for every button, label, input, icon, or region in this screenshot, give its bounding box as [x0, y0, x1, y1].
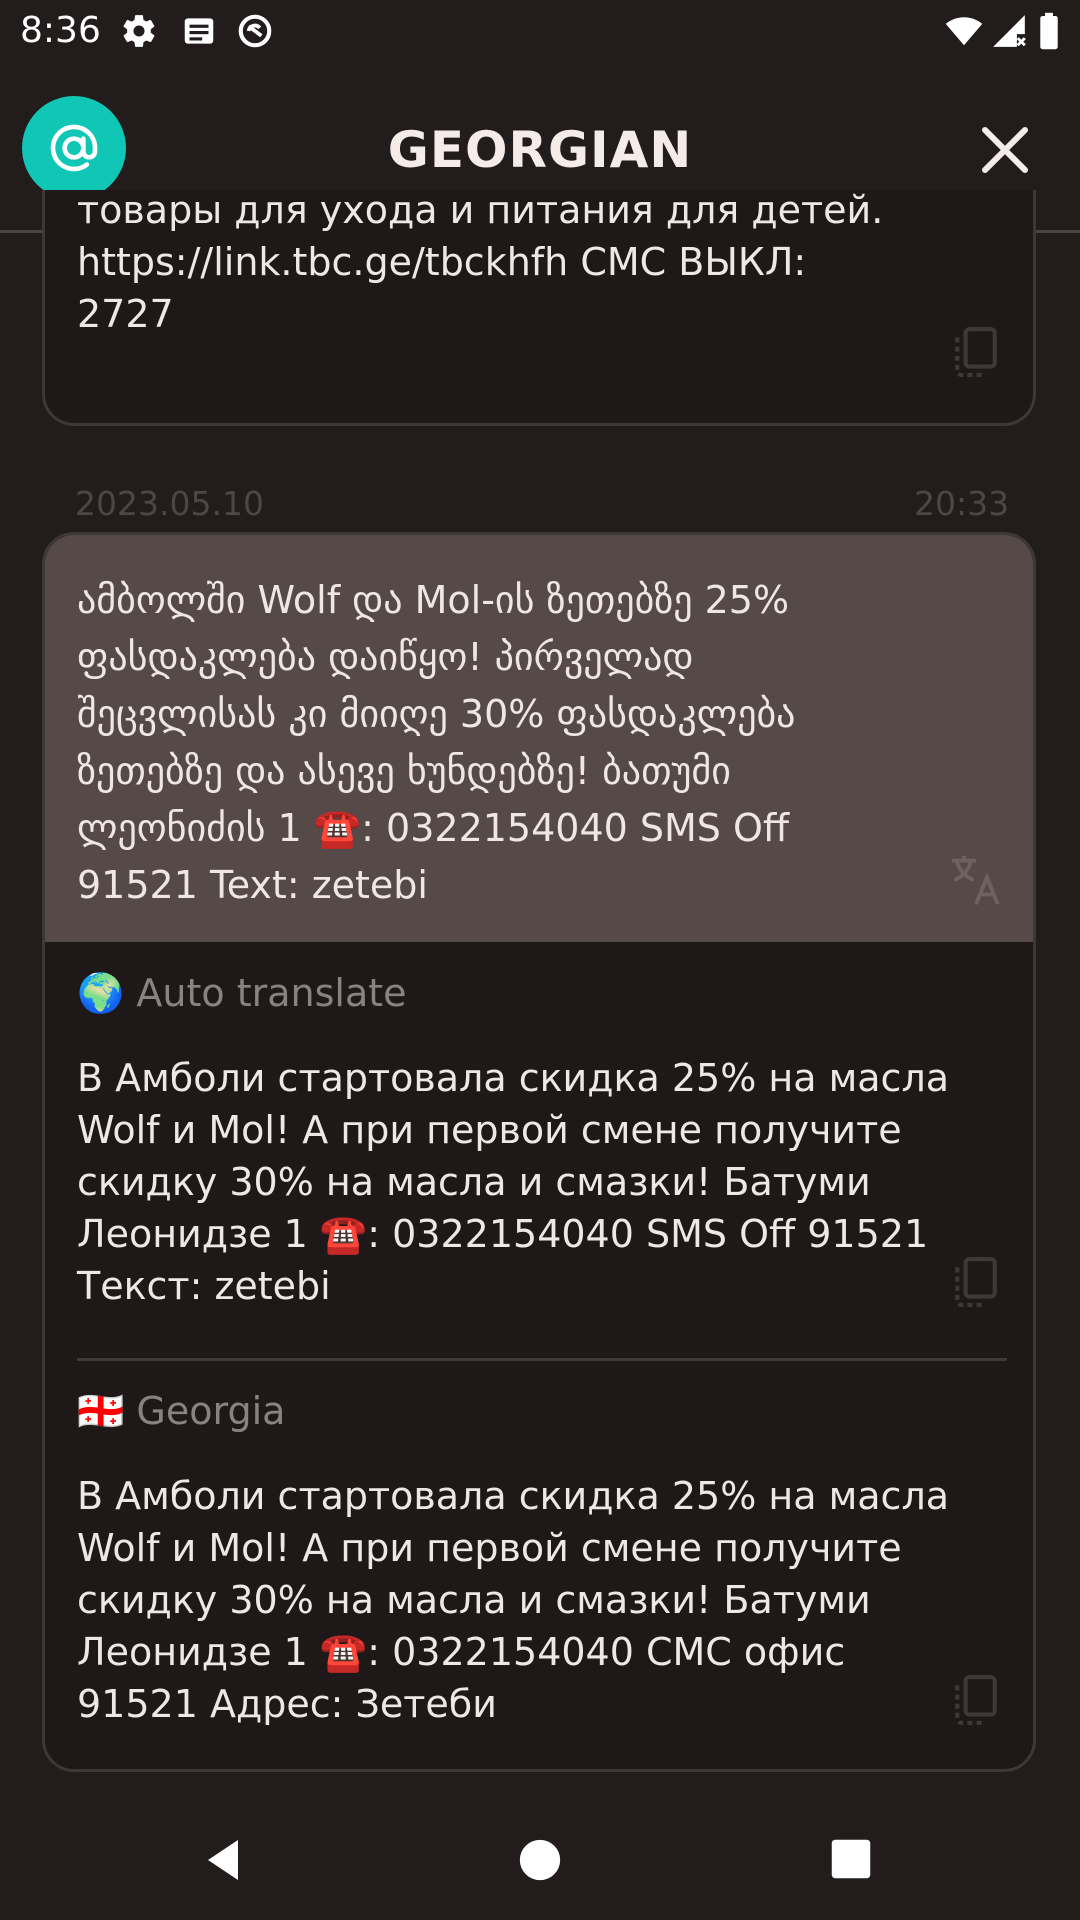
settings-icon: [123, 15, 155, 47]
message-time: 20:33: [914, 484, 1010, 523]
battery-icon: [1040, 12, 1058, 50]
screen: 8:36 GEORGIAN товары для ухода и питания…: [0, 0, 1080, 1920]
navigation-bar: [0, 1800, 1080, 1920]
status-time: 8:36: [20, 10, 101, 51]
wifi-icon: [945, 17, 983, 46]
status-bar: 8:36: [0, 0, 1080, 62]
divider: [77, 1358, 1007, 1361]
original-message-block: ამბოლში Wolf და Mol-ის ზეთებზე 25% ფასდა…: [45, 535, 1033, 942]
home-icon[interactable]: [518, 1838, 562, 1882]
auto-translate-text: В Амболи стартовала скидка 25% на масла …: [77, 1056, 950, 1308]
sync-icon: [238, 14, 272, 48]
message-date: 2023.05.10: [75, 484, 264, 523]
recents-icon[interactable]: [830, 1838, 872, 1880]
copy-icon[interactable]: [951, 324, 1001, 380]
copy-icon[interactable]: [951, 1672, 1001, 1728]
signal-icon: [993, 15, 1026, 47]
back-icon[interactable]: [200, 1836, 248, 1884]
message-card: ამბოლში Wolf და Mol-ის ზეთებზე 25% ფასდა…: [42, 532, 1036, 1772]
auto-translate-label: 🌍 Auto translate: [77, 971, 407, 1015]
page-title: GEORGIAN: [387, 121, 693, 179]
globe-icon: 🌍: [77, 971, 125, 1015]
georgia-translate-label: 🇬🇪 Georgia: [77, 1389, 286, 1433]
previous-message-text: товары для ухода и питания для детей. ht…: [77, 190, 884, 336]
georgia-translate-text: В Амболи стартовала скидка 25% на масла …: [77, 1474, 950, 1726]
close-icon[interactable]: [975, 120, 1035, 180]
copy-icon[interactable]: [951, 1254, 1001, 1310]
previous-message-card: товары для ухода и питания для детей. ht…: [42, 190, 1036, 426]
original-message-text: ამბოლში Wolf და Mol-ის ზეთებზე 25% ფასდა…: [77, 578, 796, 907]
georgia-flag-icon: 🇬🇪: [77, 1389, 125, 1433]
translate-icon[interactable]: [947, 851, 1005, 909]
notification-icon: [184, 18, 214, 44]
